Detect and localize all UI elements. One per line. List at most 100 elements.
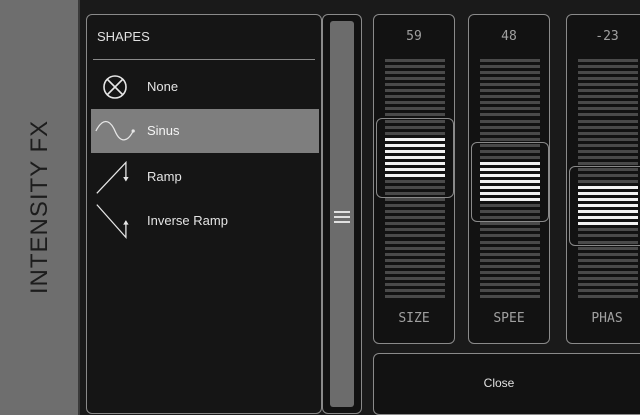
fader-segment xyxy=(578,264,638,268)
fader-segment xyxy=(385,198,445,202)
fader-value: 59 xyxy=(406,29,422,44)
fader-segment xyxy=(385,258,445,262)
fader-segment xyxy=(480,282,540,286)
fader-segment xyxy=(385,204,445,208)
grip-icon xyxy=(334,211,350,223)
fader-segment xyxy=(578,107,638,111)
fader-segment xyxy=(578,89,638,93)
shape-item-none[interactable]: None xyxy=(91,65,319,109)
fader-segment xyxy=(385,83,445,87)
fader-phase[interactable]: -23 PHAS xyxy=(566,14,640,344)
fader-value: 48 xyxy=(501,29,517,44)
fader-segment xyxy=(578,83,638,87)
fader-segment xyxy=(578,101,638,105)
fader-label: SIZE xyxy=(398,311,430,326)
fader-segment xyxy=(385,71,445,75)
shapes-scrollbar[interactable] xyxy=(322,14,362,414)
fader-segment xyxy=(578,155,638,159)
fader-segment xyxy=(480,77,540,81)
shape-label: None xyxy=(147,79,179,94)
shape-item-inverse-ramp[interactable]: Inverse Ramp xyxy=(91,199,319,243)
fader-segment xyxy=(578,246,638,250)
fader-segment xyxy=(480,83,540,87)
fader-segment xyxy=(578,119,638,123)
fader-segment xyxy=(385,282,445,286)
divider xyxy=(93,59,315,60)
fader-segment xyxy=(578,161,638,165)
fader-segment xyxy=(480,294,540,298)
fader-segment xyxy=(578,252,638,256)
panel-title: INTENSITY FX xyxy=(26,119,53,295)
fader-segment xyxy=(578,282,638,286)
fader-segment xyxy=(385,252,445,256)
shape-item-ramp[interactable]: Ramp xyxy=(91,155,319,199)
fader-segment xyxy=(578,125,638,129)
fader-segment xyxy=(578,276,638,280)
none-circle-x-icon xyxy=(103,75,127,99)
fader-segment xyxy=(578,288,638,292)
fader-segment xyxy=(578,131,638,135)
fader-segment xyxy=(385,77,445,81)
fader-segment xyxy=(480,107,540,111)
fader-segment xyxy=(385,113,445,117)
fader-segment xyxy=(480,131,540,135)
fader-speed[interactable]: 48 SPEE xyxy=(468,14,550,344)
fader-segment xyxy=(578,59,638,62)
fader-segment xyxy=(578,137,638,141)
fader-segment xyxy=(385,234,445,238)
fader-segment xyxy=(385,294,445,298)
fader-segment xyxy=(578,65,638,69)
shape-item-sinus[interactable]: Sinus xyxy=(91,109,319,153)
fader-segment xyxy=(480,276,540,280)
fader-segment xyxy=(385,65,445,69)
fader-segment xyxy=(480,119,540,123)
fader-handle[interactable] xyxy=(471,142,549,222)
fader-segment xyxy=(480,228,540,232)
fader-segment xyxy=(480,246,540,250)
fader-segment xyxy=(480,95,540,99)
fader-segment xyxy=(578,143,638,147)
fader-label: SPEE xyxy=(493,311,525,326)
fader-segment xyxy=(480,125,540,129)
fader-segment xyxy=(578,149,638,153)
fader-segment xyxy=(480,89,540,93)
fader-segment xyxy=(385,210,445,214)
fader-segment xyxy=(480,59,540,62)
fader-segment xyxy=(480,71,540,75)
fader-handle[interactable] xyxy=(376,117,454,198)
scrollbar-thumb[interactable] xyxy=(330,21,354,407)
fader-segment xyxy=(480,101,540,105)
ramp-icon xyxy=(96,160,129,194)
side-title-strip: INTENSITY FX xyxy=(0,0,80,415)
inverse-ramp-icon xyxy=(96,204,129,240)
fader-segment xyxy=(578,270,638,274)
close-button[interactable]: Close xyxy=(373,353,640,415)
fader-segment xyxy=(480,270,540,274)
fader-segment xyxy=(385,264,445,268)
close-label: Close xyxy=(483,376,515,390)
fader-segment xyxy=(480,65,540,69)
fader-segment xyxy=(385,270,445,274)
fader-segment xyxy=(480,288,540,292)
fader-segment xyxy=(578,77,638,81)
fader-segment xyxy=(385,228,445,232)
fader-segment xyxy=(385,107,445,111)
fader-segment xyxy=(480,137,540,141)
fader-handle[interactable] xyxy=(569,166,640,247)
fader-segment xyxy=(480,234,540,238)
fader-segment xyxy=(385,222,445,226)
fader-segment xyxy=(480,252,540,256)
fader-segment xyxy=(385,101,445,105)
fader-segment xyxy=(385,276,445,280)
fader-segment xyxy=(480,264,540,268)
fader-size[interactable]: 59 SIZE xyxy=(373,14,455,344)
fader-value: -23 xyxy=(595,29,619,44)
fader-segment xyxy=(480,240,540,244)
fader-segment xyxy=(385,288,445,292)
shape-label: Ramp xyxy=(147,169,182,184)
fader-segment xyxy=(480,258,540,262)
fader-segment xyxy=(385,59,445,62)
fader-segment xyxy=(578,294,638,298)
fader-segment xyxy=(385,216,445,220)
fader-segment xyxy=(578,95,638,99)
